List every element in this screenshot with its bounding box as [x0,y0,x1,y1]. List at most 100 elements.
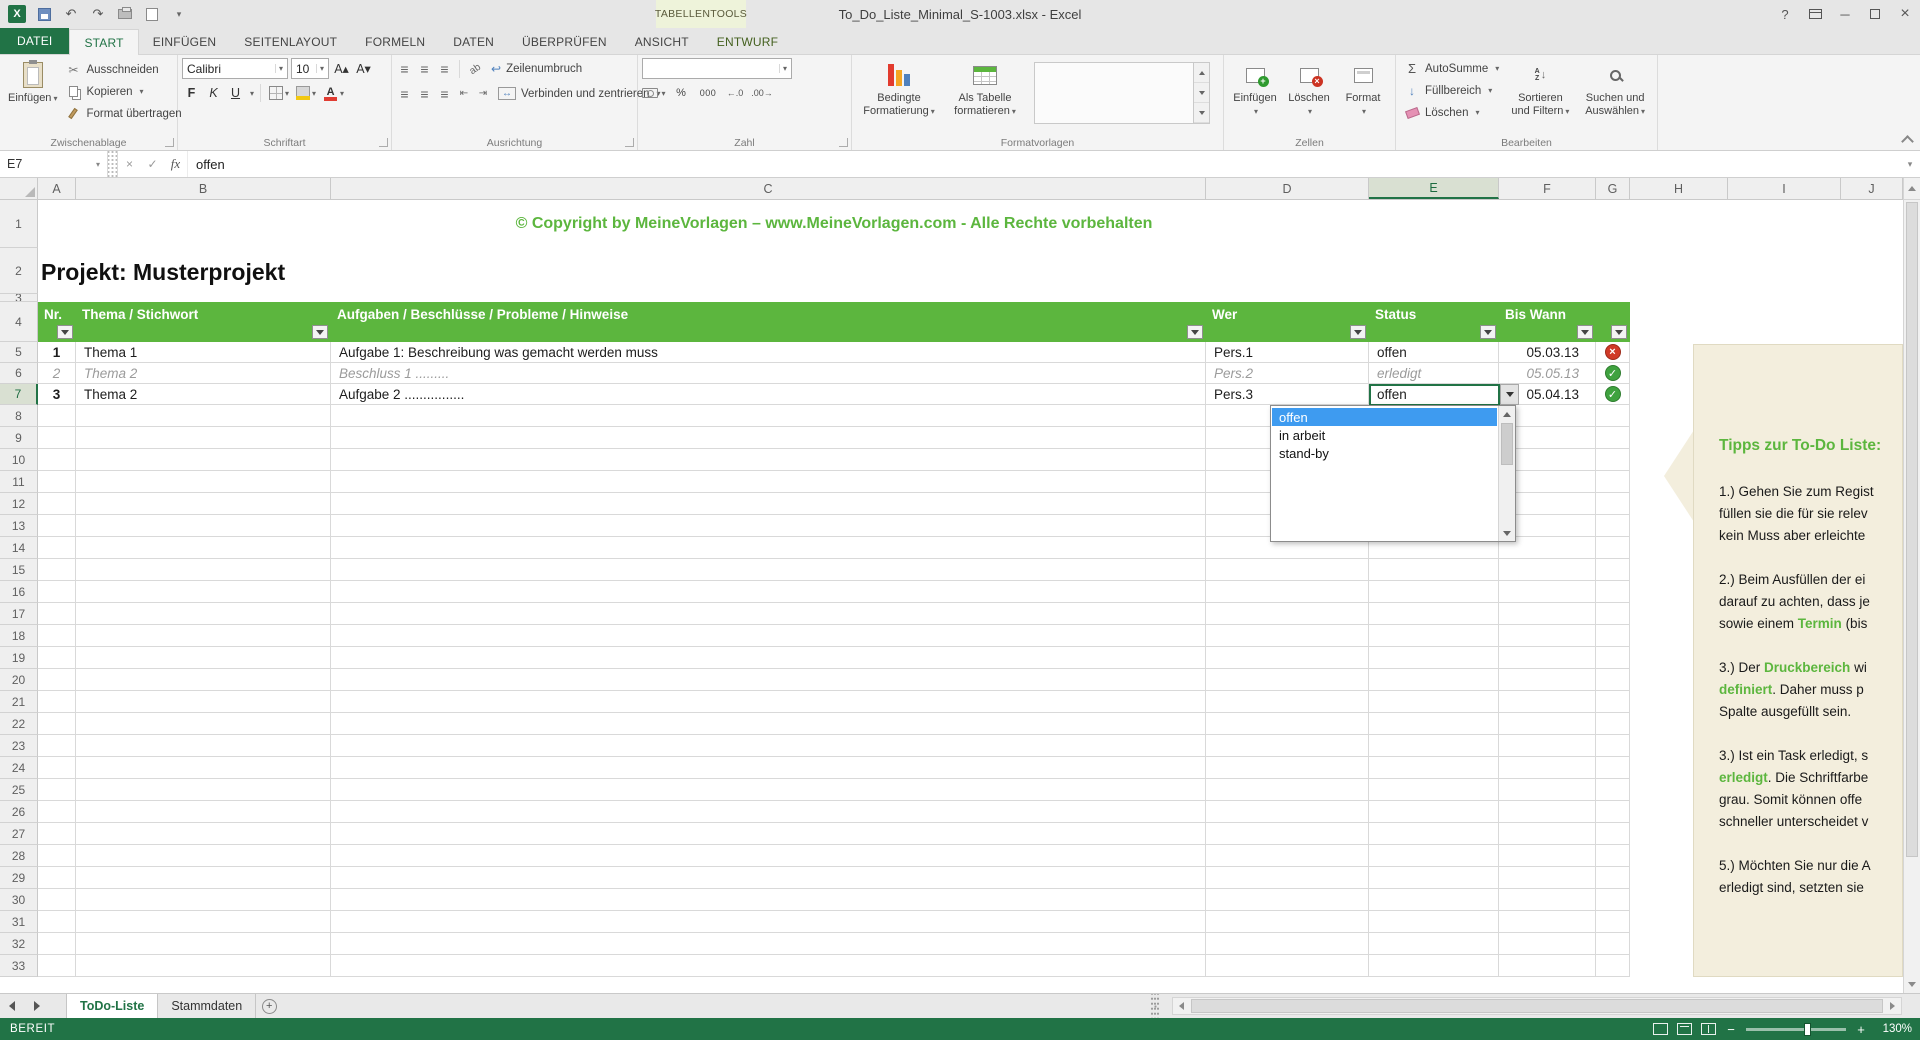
cell-E20[interactable] [1369,669,1499,691]
ribbon-tab-ansicht[interactable]: ANSICHT [621,29,703,54]
cell-G14[interactable] [1596,537,1630,559]
cell-E21[interactable] [1369,691,1499,713]
cell-B19[interactable] [76,647,331,669]
cell-F30[interactable] [1499,889,1596,911]
cell-G26[interactable] [1596,801,1630,823]
cell-F23[interactable] [1499,735,1596,757]
cell-G10[interactable] [1596,449,1630,471]
column-header-A[interactable]: A [38,178,76,199]
cell-C26[interactable] [331,801,1206,823]
cell-A19[interactable] [38,647,76,669]
cell-C12[interactable] [331,493,1206,515]
cell-F15[interactable] [1499,559,1596,581]
cell-G31[interactable] [1596,911,1630,933]
dialog-launcher-icon[interactable] [165,138,174,147]
filter-button[interactable] [1480,325,1496,339]
cell-F28[interactable] [1499,845,1596,867]
cell-D31[interactable] [1206,911,1369,933]
cell-D5[interactable]: Pers.1 [1206,342,1369,363]
row-header-2[interactable]: 2 [0,248,38,294]
row-header-21[interactable]: 21 [0,691,38,713]
gallery-scroll-down-icon[interactable] [1194,83,1209,103]
cell-C19[interactable] [331,647,1206,669]
gallery-scroll-up-icon[interactable] [1194,63,1209,83]
cell-F22[interactable] [1499,713,1596,735]
cell-E16[interactable] [1369,581,1499,603]
cell-B16[interactable] [76,581,331,603]
cell-D20[interactable] [1206,669,1369,691]
cell-F20[interactable] [1499,669,1596,691]
cell-E17[interactable] [1369,603,1499,625]
cell-B8[interactable] [76,405,331,427]
cell-C16[interactable] [331,581,1206,603]
dropdown-scrollbar[interactable] [1498,406,1515,541]
table-header-cell[interactable] [1596,302,1630,342]
row-header-33[interactable]: 33 [0,955,38,977]
decrease-font-button[interactable]: A▾ [354,59,373,79]
cell-B23[interactable] [76,735,331,757]
cell-B14[interactable] [76,537,331,559]
cell-E24[interactable] [1369,757,1499,779]
cell-D18[interactable] [1206,625,1369,647]
quick-print-button[interactable] [116,5,134,23]
find-select-button[interactable]: Suchen und Auswählen [1577,58,1653,121]
cell-A27[interactable] [38,823,76,845]
row-header-25[interactable]: 25 [0,779,38,801]
expand-formula-bar-icon[interactable] [1900,151,1920,177]
sheet-tab-todo-liste[interactable]: ToDo-Liste [66,994,159,1018]
cell-C31[interactable] [331,911,1206,933]
cell-A10[interactable] [38,449,76,471]
close-button[interactable]: × [1890,0,1920,28]
cell-G13[interactable] [1596,515,1630,537]
cell-E6[interactable]: erledigt [1369,363,1499,384]
cell-A18[interactable] [38,625,76,647]
cell-G25[interactable] [1596,779,1630,801]
cell-A13[interactable] [38,515,76,537]
cell-A12[interactable] [38,493,76,515]
zoom-out-button[interactable]: − [1725,1022,1737,1037]
cell-G22[interactable] [1596,713,1630,735]
row-header-7[interactable]: 7 [0,384,38,405]
cell-D24[interactable] [1206,757,1369,779]
clear-button[interactable]: Löschen [1400,102,1504,123]
cell-A5[interactable]: 1 [38,342,76,363]
cell-E31[interactable] [1369,911,1499,933]
cell-B12[interactable] [76,493,331,515]
cell-F19[interactable] [1499,647,1596,669]
column-header-I[interactable]: I [1728,178,1841,199]
scrollbar-thumb[interactable] [1906,202,1918,857]
cell-G8[interactable] [1596,405,1630,427]
ribbon-display-options-button[interactable] [1800,0,1830,28]
cell-F18[interactable] [1499,625,1596,647]
cell-F32[interactable] [1499,933,1596,955]
filter-button[interactable] [57,325,73,339]
row-header-19[interactable]: 19 [0,647,38,669]
zoom-slider-thumb[interactable] [1804,1022,1811,1036]
cell-C10[interactable] [331,449,1206,471]
cell-C15[interactable] [331,559,1206,581]
cell-A33[interactable] [38,955,76,977]
row-header-22[interactable]: 22 [0,713,38,735]
bold-button[interactable]: F [182,83,201,103]
cell-B30[interactable] [76,889,331,911]
column-header-B[interactable]: B [76,178,331,199]
cell-B10[interactable] [76,449,331,471]
ribbon-tab-start[interactable]: START [69,29,139,55]
cell-C18[interactable] [331,625,1206,647]
font-color-button[interactable]: A [321,83,346,103]
table-header-cell[interactable]: Aufgaben / Beschlüsse / Probleme / Hinwe… [331,302,1206,342]
cell-A20[interactable] [38,669,76,691]
cell-D22[interactable] [1206,713,1369,735]
number-format-combo[interactable] [642,58,792,79]
dropdown-option-offen[interactable]: offen [1272,408,1497,426]
minimize-button[interactable]: ─ [1830,0,1860,28]
cell-G15[interactable] [1596,559,1630,581]
cell-E27[interactable] [1369,823,1499,845]
cell-A17[interactable] [38,603,76,625]
increase-decimal-button[interactable]: ←.0 [723,83,747,103]
cell-C25[interactable] [331,779,1206,801]
cell-F25[interactable] [1499,779,1596,801]
cell-F5[interactable]: 05.03.13 [1499,342,1596,363]
format-cells-button[interactable]: Format [1336,58,1390,121]
row-header-17[interactable]: 17 [0,603,38,625]
